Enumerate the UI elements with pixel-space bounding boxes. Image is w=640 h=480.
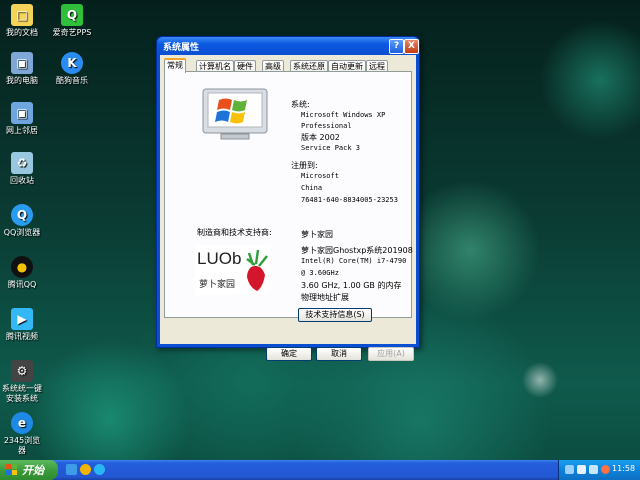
window-body: 常规 计算机名 硬件 高级 系统还原 自动更新 远程 系统: Microsoft…	[160, 55, 416, 361]
desktop-icon-label: 2345浏览器	[3, 436, 41, 455]
tray-network-icon[interactable]	[565, 465, 574, 474]
desktop-icon-label: 腾讯QQ	[7, 280, 37, 289]
desktop-icon-label: 酷狗音乐	[56, 76, 88, 85]
manufacturer-heading: 制造商和技术支持商:	[197, 228, 272, 237]
desktop-icon-label: 我的文档	[6, 28, 38, 37]
registered-company: Microsoft	[301, 172, 339, 180]
desktop-icon-kugou[interactable]: K 酷狗音乐	[50, 52, 94, 86]
os-edition: Professional	[301, 122, 352, 130]
desktop-icon-tencent-video[interactable]: ▶ 腾讯视频	[0, 308, 44, 342]
desktop-icon-my-documents[interactable]: □ 我的文档	[0, 4, 44, 38]
desktop-icon-qq[interactable]: ● 腾讯QQ	[0, 256, 44, 290]
desktop-icon-network[interactable]: ▣ 网上邻居	[0, 102, 44, 136]
start-label: 开始	[22, 464, 44, 477]
tab-general[interactable]: 常规	[164, 58, 186, 73]
desktop-icon-label: 爱奇艺PPS	[52, 28, 92, 37]
kugou-icon: K	[61, 52, 83, 74]
os-version: 版本 2002	[301, 133, 340, 142]
desktop-icon-system-install[interactable]: ⚙ 系统统一键安装系统	[0, 360, 44, 404]
registered-country: China	[301, 184, 323, 192]
clock[interactable]: 11:58	[612, 464, 635, 473]
folder-icon: □	[11, 4, 33, 26]
computer-icon: ▣	[11, 52, 33, 74]
close-button[interactable]: X	[404, 39, 419, 54]
help-button[interactable]: ?	[389, 39, 404, 54]
title-bar[interactable]: 系统属性 ? X	[157, 37, 419, 55]
desktop-icon-label: 我的电脑	[6, 76, 38, 85]
tray-security-icon[interactable]	[601, 465, 610, 474]
desktop-icon-2345-browser[interactable]: e 2345浏览器	[0, 412, 44, 456]
tencent-video-icon: ▶	[11, 308, 33, 330]
pae-info: 物理地址扩展	[301, 293, 349, 302]
cpu-model: Intel(R) Core(TM) i7-4790	[301, 257, 407, 265]
taskbar: 开始 11:58	[0, 460, 640, 480]
system-heading: 系统:	[291, 100, 310, 109]
registered-heading: 注册到:	[291, 161, 318, 170]
desktop-icon-label: 系统统一键安装系统	[2, 384, 42, 403]
windows-flag-icon	[6, 464, 17, 475]
quicklaunch-media-icon[interactable]	[80, 464, 91, 475]
recycle-bin-icon: ♻	[11, 152, 33, 174]
system-install-icon: ⚙	[11, 360, 33, 382]
luobo-logo: LUOb 萝卜家园	[195, 245, 271, 295]
window-title: 系统属性	[163, 43, 200, 53]
qq-penguin-icon: ●	[11, 256, 33, 278]
network-icon: ▣	[11, 102, 33, 124]
desktop-icon-label: 网上邻居	[6, 126, 38, 135]
logo-text: LUOb	[197, 249, 242, 268]
desktop-icon-my-computer[interactable]: ▣ 我的电脑	[0, 52, 44, 86]
cancel-button[interactable]: 取消	[316, 347, 362, 361]
product-id: 76481-640-8834005-23253	[301, 196, 398, 204]
desktop-icon-label: 腾讯视频	[6, 332, 38, 341]
desktop-icon-recycle-bin[interactable]: ♻ 回收站	[0, 152, 44, 186]
os-name: Microsoft Windows XP	[301, 111, 386, 119]
logo-subtitle: 萝卜家园	[199, 280, 236, 290]
desktop-icon-label: 回收站	[10, 176, 34, 185]
general-tab-panel: 系统: Microsoft Windows XP Professional 版本…	[164, 71, 413, 318]
browser-2345-icon: e	[11, 412, 33, 434]
apply-button[interactable]: 应用(A)	[368, 347, 414, 361]
ok-button[interactable]: 确定	[266, 347, 312, 361]
cpu-speed: @ 3.60GHz	[301, 269, 339, 277]
start-button[interactable]: 开始	[0, 460, 58, 480]
support-info-button[interactable]: 技术支持信息(S)	[298, 308, 372, 322]
build-name: 萝卜家园Ghostxp系统201908	[301, 246, 413, 255]
system-properties-window: 系统属性 ? X 常规 计算机名 硬件 高级 系统还原 自动更新 远程 系统: …	[156, 36, 420, 361]
service-pack: Service Pack 3	[301, 144, 361, 152]
memory-info: 3.60 GHz, 1.00 GB 的内存	[301, 281, 402, 290]
tray-display-icon[interactable]	[589, 465, 598, 474]
desktop-icon-label: QQ浏览器	[3, 228, 41, 237]
qq-browser-icon: Q	[11, 204, 33, 226]
quicklaunch-browser-icon[interactable]	[94, 464, 105, 475]
manufacturer-name: 萝卜家园	[301, 230, 333, 239]
tray-volume-icon[interactable]	[577, 465, 586, 474]
desktop-icon-qq-browser[interactable]: Q QQ浏览器	[0, 204, 44, 238]
quicklaunch-desktop-icon[interactable]	[66, 464, 77, 475]
iqiyi-icon: Q	[61, 4, 83, 26]
windows-xp-monitor-icon	[202, 88, 268, 140]
desktop-icon-iqiyi[interactable]: Q 爱奇艺PPS	[50, 4, 94, 38]
